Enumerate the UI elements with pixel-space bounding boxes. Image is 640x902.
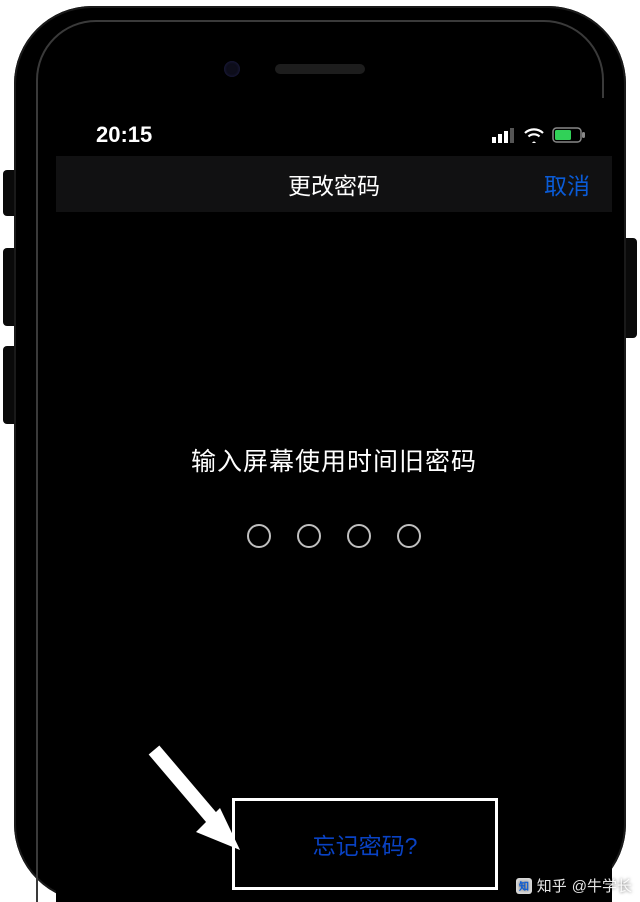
- speaker-grille: [275, 64, 365, 74]
- svg-text:知: 知: [518, 880, 529, 893]
- volume-down-button: [3, 346, 14, 424]
- status-time: 20:15: [96, 122, 152, 148]
- screen: 20:15: [56, 98, 612, 902]
- passcode-dot: [247, 524, 271, 548]
- phone-frame: 20:15: [14, 6, 626, 902]
- watermark-site: 知乎: [537, 875, 567, 896]
- status-bar: 20:15: [56, 98, 612, 156]
- cellular-icon: [492, 127, 516, 143]
- nav-bar: 更改密码 取消: [56, 156, 612, 212]
- volume-up-button: [3, 248, 14, 326]
- passcode-prompt: 输入屏幕使用时间旧密码: [56, 442, 612, 478]
- power-button: [626, 238, 637, 338]
- annotation-arrow-icon: [142, 738, 252, 858]
- battery-icon: [552, 127, 586, 143]
- passcode-dot: [347, 524, 371, 548]
- cancel-button[interactable]: 取消: [544, 167, 590, 201]
- status-indicators: [492, 127, 586, 143]
- passcode-content: 输入屏幕使用时间旧密码: [56, 212, 612, 548]
- forgot-passcode-link[interactable]: 忘记密码?: [313, 827, 418, 861]
- watermark: 知 知乎 @牛学长: [516, 875, 632, 896]
- passcode-dots: [56, 524, 612, 548]
- nav-title: 更改密码: [288, 167, 380, 201]
- mute-switch: [3, 170, 14, 216]
- passcode-dot: [297, 524, 321, 548]
- annotation-highlight-box: 忘记密码?: [232, 798, 498, 890]
- zhihu-icon: 知: [516, 878, 532, 894]
- passcode-dot: [397, 524, 421, 548]
- front-camera: [224, 61, 240, 77]
- watermark-author: @牛学长: [572, 875, 632, 896]
- wifi-icon: [523, 127, 545, 143]
